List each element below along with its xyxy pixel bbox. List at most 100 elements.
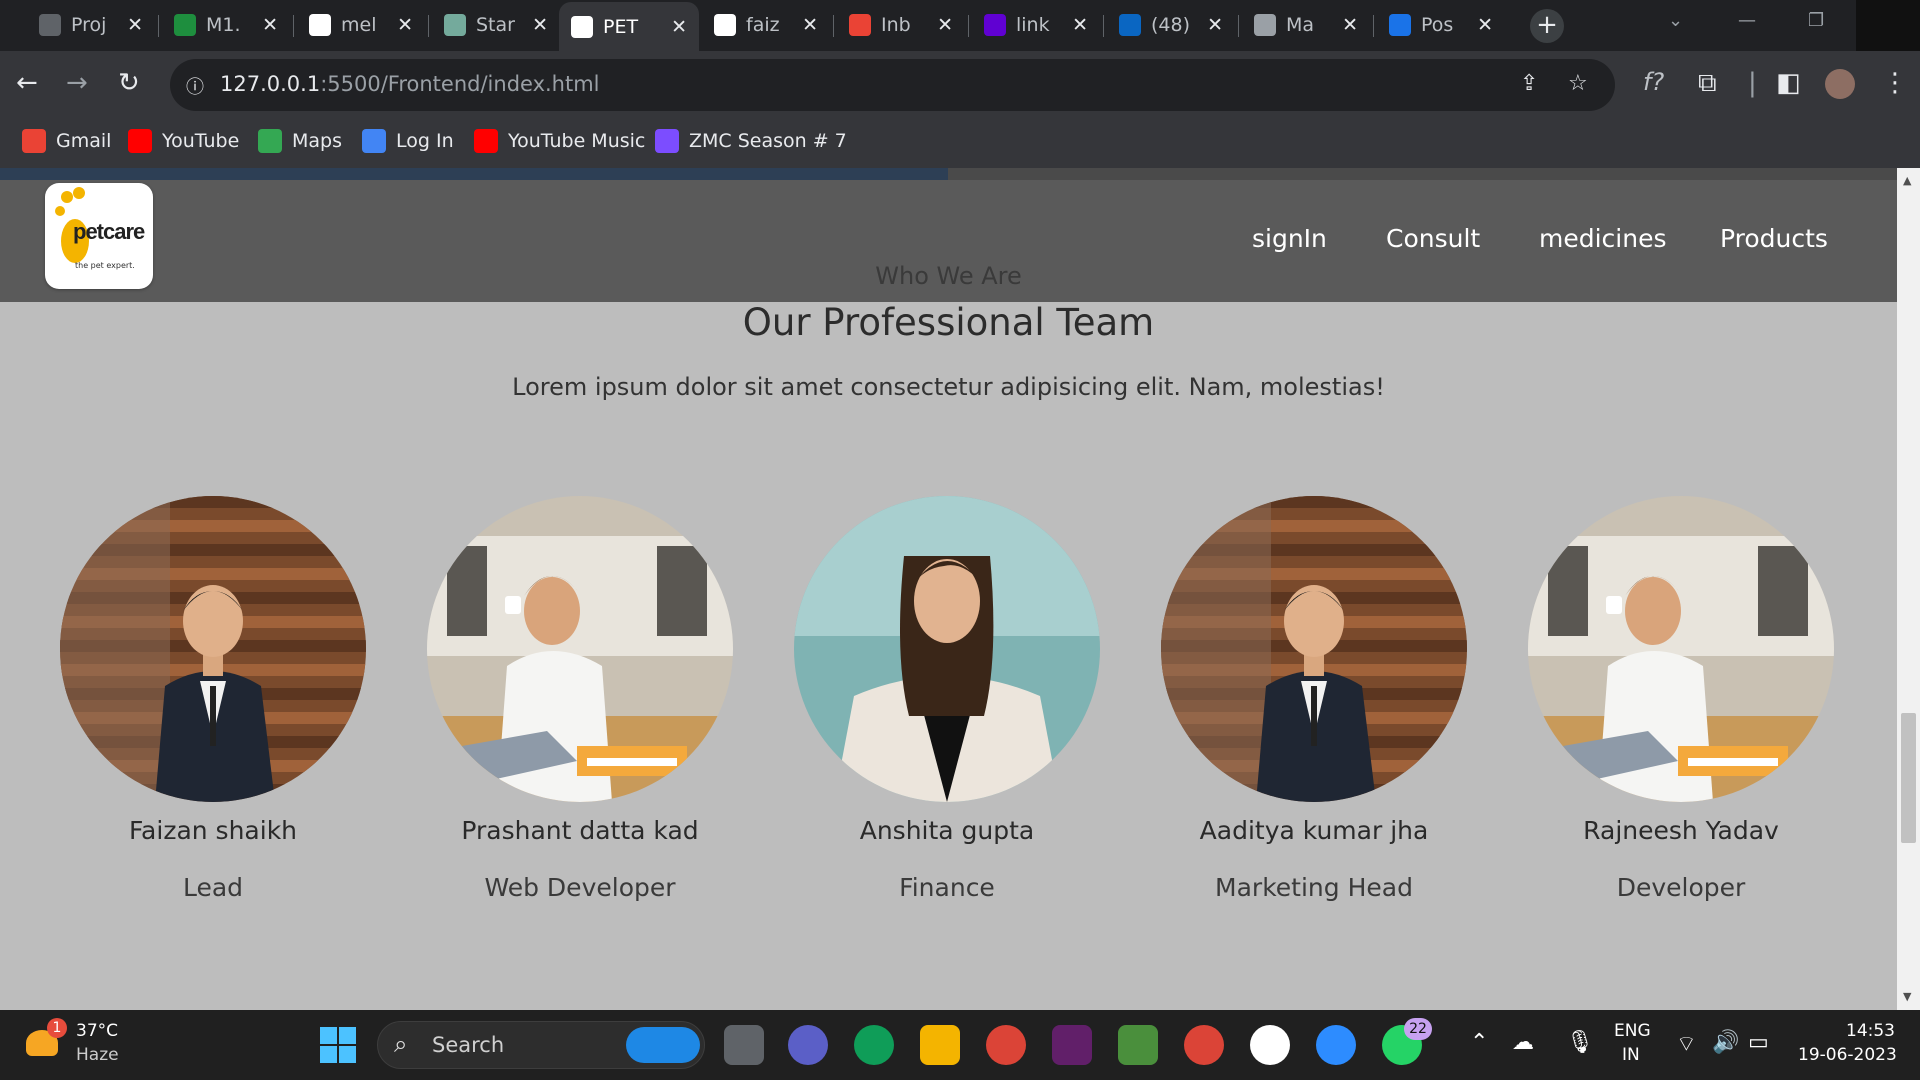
member-photo [60,496,366,802]
minimize-icon[interactable]: — [1738,10,1756,31]
logo-text: petcare [73,219,145,244]
member-role: Web Developer [484,873,676,902]
nav-medicines[interactable]: medicines [1539,224,1667,253]
tab-favicon-icon [174,14,196,36]
edge-icon[interactable] [854,1025,894,1065]
volume-icon[interactable]: 🔊 [1712,1030,1739,1055]
share-icon[interactable]: ⇪ [1520,71,1538,96]
lang-in[interactable]: IN [1622,1045,1640,1065]
browser-tab[interactable]: Ma ✕ [1242,5,1370,45]
bookmark-item[interactable]: YouTube [128,129,239,153]
browser-tab[interactable]: Inb ✕ [837,5,965,45]
browser-tab[interactable]: link ✕ [972,5,1100,45]
lang-eng[interactable]: ENG [1614,1021,1651,1041]
side-panel-icon[interactable]: ◧ [1776,68,1801,98]
weather-desc: Haze [76,1045,119,1065]
tray-overflow-icon[interactable]: ⌃ [1470,1030,1488,1055]
bookmark-favicon-icon [474,129,498,153]
site-info-icon[interactable]: ⓘ [186,73,204,99]
tab-label: Ma [1286,14,1315,36]
weather-badge: 1 [47,1018,67,1038]
nav-consult[interactable]: Consult [1386,224,1480,253]
tab-label: faiz [746,14,780,36]
tab-close-icon[interactable]: ✕ [262,14,278,36]
tab-favicon-icon [1254,14,1276,36]
browser-tab[interactable]: PET ✕ [559,2,699,51]
browser-tab[interactable]: (48) ✕ [1107,5,1235,45]
file-explorer-icon[interactable] [920,1025,960,1065]
chrome-icon[interactable] [986,1025,1026,1065]
tab-close-icon[interactable]: ✕ [127,14,143,36]
search-label: Search [432,1033,505,1057]
forward-icon[interactable]: → [66,68,88,98]
reload-icon[interactable]: ↻ [118,68,140,98]
tab-search-icon[interactable]: ⌄ [1668,10,1683,31]
scroll-thumb[interactable] [1901,713,1916,843]
bookmark-item[interactable]: Maps [258,129,342,153]
member-role: Developer [1616,873,1746,902]
clock-date[interactable]: 19-06-2023 [1798,1045,1897,1065]
tab-close-icon[interactable]: ✕ [1342,14,1358,36]
profile-avatar[interactable] [1825,69,1855,99]
tab-close-icon[interactable]: ✕ [1477,14,1493,36]
bookmark-star-icon[interactable]: ☆ [1568,71,1588,96]
tab-separator [1238,15,1239,37]
bookmark-item[interactable]: Log In [362,129,454,153]
tab-close-icon[interactable]: ✕ [532,14,548,36]
bookmarks-bar: Gmail YouTube Maps Log In YouTube Music ZMC S… [0,119,1920,168]
url-text[interactable]: 127.0.0.1:5500/Frontend/index.html [220,72,600,96]
bookmark-item[interactable]: ZMC Season # 7 [655,129,847,153]
team-member-card: Rajneesh Yadav Developer [1528,496,1834,902]
team-member-card: Faizan shaikh Lead [60,496,366,902]
menu-kebab-icon[interactable]: ⋮ [1882,68,1908,98]
tab-label: (48) [1151,14,1191,36]
new-tab-button[interactable]: + [1530,9,1564,43]
clock-time[interactable]: 14:53 [1846,1021,1895,1041]
onedrive-icon[interactable]: ☁ [1512,1030,1534,1055]
zoom-icon[interactable] [1316,1025,1356,1065]
tab-close-icon[interactable]: ✕ [671,16,687,38]
mongodb-icon[interactable] [1250,1025,1290,1065]
scroll-down-icon[interactable]: ▼ [1903,990,1911,1003]
teams-chat-icon[interactable] [788,1025,828,1065]
browser-tab[interactable]: Star ✕ [432,5,560,45]
url-path: :5500/Frontend/index.html [320,72,600,96]
tab-favicon-icon [1389,14,1411,36]
tab-close-icon[interactable]: ✕ [397,14,413,36]
extension-fx-icon[interactable]: f? [1643,68,1664,96]
wifi-icon[interactable]: ⌔ [1676,1030,1697,1058]
windows-start-icon[interactable] [320,1027,356,1063]
tab-close-icon[interactable]: ✕ [1072,14,1088,36]
back-icon[interactable]: ← [16,68,38,98]
bookmark-favicon-icon [258,129,282,153]
extensions-puzzle-icon[interactable]: ⧉ [1698,68,1717,99]
tab-close-icon[interactable]: ✕ [1207,14,1223,36]
team-title: Our Professional Team [742,301,1155,344]
browser-tab[interactable]: Proj ✕ [27,5,155,45]
nav-products[interactable]: Products [1720,224,1828,253]
git-icon[interactable] [1118,1025,1158,1065]
taskbar-search[interactable]: ⌕ Search [377,1021,705,1069]
slack-icon[interactable] [1052,1025,1092,1065]
scroll-up-icon[interactable]: ▲ [1903,174,1911,187]
bookmark-item[interactable]: YouTube Music [474,129,645,153]
microphone-icon[interactable]: 🎙 [1566,1030,1594,1055]
nav-signin[interactable]: signIn [1252,224,1327,253]
page-scrollbar[interactable]: ▲ ▼ [1897,168,1920,1010]
browser-tab[interactable]: M1. ✕ [162,5,290,45]
tab-close-icon[interactable]: ✕ [937,14,953,36]
chrome-profile-icon[interactable] [1184,1025,1224,1065]
browser-tab[interactable]: Pos ✕ [1377,5,1505,45]
task-view-icon[interactable] [724,1025,764,1065]
tab-label: link [1016,14,1050,36]
maximize-icon[interactable]: ❐ [1808,10,1824,31]
tab-label: Star [476,14,515,36]
browser-tab[interactable]: faiz ✕ [702,5,830,45]
tab-separator [428,15,429,37]
omnibox[interactable]: ⓘ 127.0.0.1:5500/Frontend/index.html ⇪ ☆ [170,59,1615,111]
browser-tab[interactable]: mel ✕ [297,5,425,45]
bing-icon[interactable] [626,1027,700,1063]
battery-icon[interactable]: ▭ [1748,1030,1769,1055]
tab-close-icon[interactable]: ✕ [802,14,818,36]
bookmark-item[interactable]: Gmail [22,129,111,153]
